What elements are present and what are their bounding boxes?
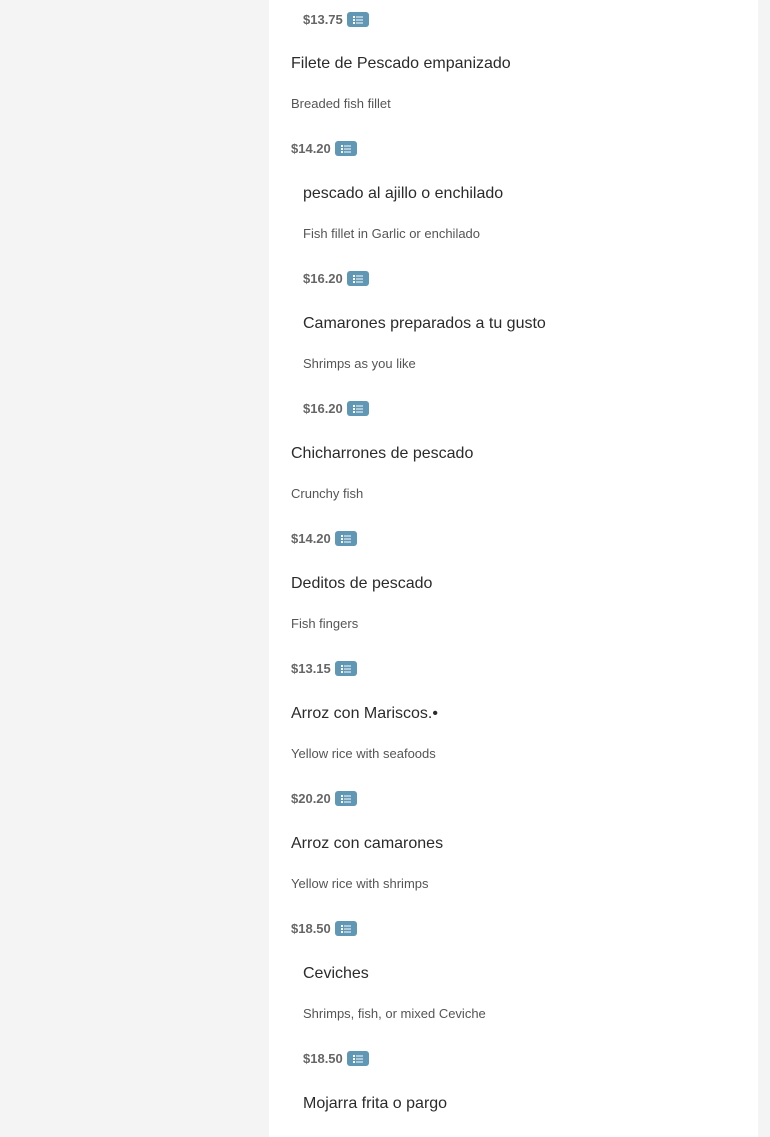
item-description: Shrimps as you like: [303, 356, 416, 371]
list-button[interactable]: [334, 141, 357, 156]
price-row: $20.20: [291, 791, 357, 806]
price-row: $13.75: [303, 12, 369, 27]
item-name: pescado al ajillo o enchilado: [303, 185, 504, 202]
item-description: Yellow rice with shrimps: [291, 876, 429, 891]
item-price: $14.20: [291, 531, 331, 546]
list-button[interactable]: [346, 1051, 369, 1066]
price-row: $18.50: [291, 921, 357, 936]
item-price: $18.50: [291, 921, 331, 936]
list-button[interactable]: [346, 12, 369, 27]
list-button[interactable]: [334, 921, 357, 936]
list-icon: [340, 534, 351, 543]
price-row: $16.20: [303, 401, 369, 416]
item-name: Filete de Pescado empanizado: [291, 55, 511, 72]
price-row: $14.20: [291, 141, 357, 156]
price-row: $16.20: [303, 271, 369, 286]
price-row: $14.20: [291, 531, 357, 546]
list-icon: [340, 664, 351, 673]
price-row: $18.50: [303, 1051, 369, 1066]
list-button[interactable]: [346, 271, 369, 286]
item-price: $13.15: [291, 661, 331, 676]
item-name: Mojarra frita o pargo: [303, 1095, 448, 1112]
item-name: Chicharrones de pescado: [291, 445, 474, 462]
list-icon: [340, 794, 351, 803]
item-name: Deditos de pescado: [291, 575, 433, 592]
price-row: $13.15: [291, 661, 357, 676]
item-price: $14.20: [291, 141, 331, 156]
item-name: Arroz con Mariscos.•: [291, 705, 438, 722]
menu-panel: $13.75 Filete de Pescado empanizado Brea…: [269, 0, 758, 1137]
item-description: Fish fingers: [291, 616, 359, 631]
item-name: Ceviches: [303, 965, 369, 982]
item-price: $13.75: [303, 12, 343, 27]
item-name: Arroz con camarones: [291, 835, 444, 852]
list-button[interactable]: [334, 791, 357, 806]
item-description: Breaded fish fillet: [291, 96, 391, 111]
item-description: Crunchy fish: [291, 486, 364, 501]
list-icon: [352, 15, 363, 24]
list-icon: [340, 924, 351, 933]
list-icon: [340, 144, 351, 153]
item-price: $16.20: [303, 271, 343, 286]
list-button[interactable]: [346, 401, 369, 416]
item-price: $18.50: [303, 1051, 343, 1066]
list-button[interactable]: [334, 661, 357, 676]
item-price: $16.20: [303, 401, 343, 416]
list-icon: [352, 1054, 363, 1063]
list-icon: [352, 274, 363, 283]
item-price: $20.20: [291, 791, 331, 806]
item-description: Fish fillet in Garlic or enchilado: [303, 226, 481, 241]
item-description: Yellow rice with seafoods: [291, 746, 436, 761]
item-name: Camarones preparados a tu gusto: [303, 315, 546, 332]
list-icon: [352, 404, 363, 413]
item-description: Shrimps, fish, or mixed Ceviche: [303, 1006, 486, 1021]
list-button[interactable]: [334, 531, 357, 546]
